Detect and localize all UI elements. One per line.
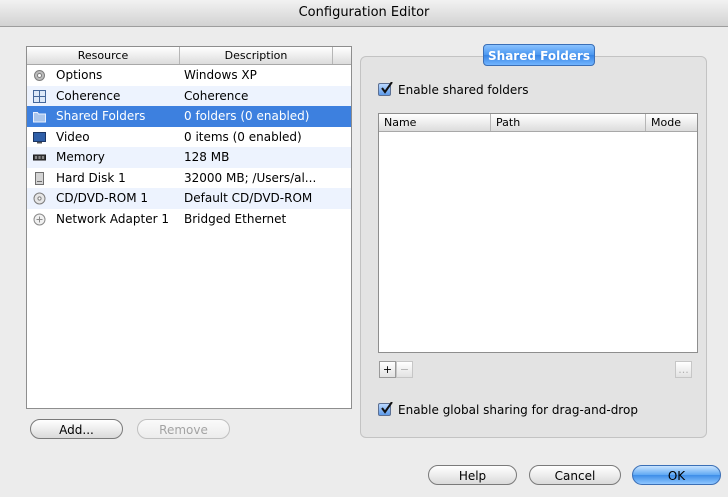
gear-icon	[33, 69, 46, 81]
resource-table[interactable]: Resource Description Options Windows XP …	[26, 46, 352, 409]
resource-description: Default CD/DVD-ROM	[184, 191, 313, 205]
resource-row-memory[interactable]: Memory 128 MB	[27, 147, 351, 168]
help-button[interactable]: Help	[428, 465, 517, 485]
hard-disk-icon	[33, 171, 46, 185]
resource-name: Coherence	[56, 88, 121, 103]
resource-description: 32000 MB; /Users/al...	[184, 170, 317, 185]
resource-row-coherence[interactable]: Coherence Coherence	[27, 85, 351, 106]
column-header-name[interactable]: Name	[379, 114, 491, 131]
shared-folders-table[interactable]: Name Path Mode	[378, 113, 698, 353]
resource-description: Coherence	[184, 88, 249, 103]
enable-drag-and-drop-label: Enable global sharing for drag-and-drop	[398, 403, 638, 417]
remove-resource-button[interactable]: Remove	[137, 419, 230, 439]
folder-options-button[interactable]: ...	[675, 361, 692, 378]
resource-row-shared-folders[interactable]: Shared Folders 0 folders (0 enabled)	[27, 106, 351, 127]
folder-icon	[33, 110, 46, 123]
ok-button[interactable]: OK	[632, 465, 721, 485]
shared-folders-table-header: Name Path Mode	[379, 114, 697, 132]
coherence-icon	[33, 89, 46, 103]
cd-icon	[33, 192, 46, 205]
checkbox-checked-icon	[378, 82, 393, 96]
window-title: Configuration Editor	[0, 0, 728, 27]
resource-description: 0 items (0 enabled)	[184, 129, 302, 144]
resource-table-header: Resource Description	[27, 47, 351, 65]
resource-name: CD/DVD-ROM 1	[56, 191, 149, 205]
resource-description: Bridged Ethernet	[184, 211, 287, 226]
resource-name: Shared Folders	[56, 109, 146, 123]
resource-row-options[interactable]: Options Windows XP	[27, 65, 351, 86]
column-header-mode[interactable]: Mode	[646, 114, 697, 131]
resource-row-network-adapter[interactable]: Network Adapter 1 Bridged Ethernet	[27, 209, 351, 230]
configuration-editor-window: Configuration Editor Resource Descriptio…	[0, 0, 728, 497]
resource-rows: Options Windows XP Coherence Coherence S…	[27, 65, 351, 229]
resource-row-video[interactable]: Video 0 items (0 enabled)	[27, 127, 351, 148]
tab-shared-folders[interactable]: Shared Folders	[483, 44, 595, 66]
add-folder-button[interactable]: +	[379, 361, 396, 378]
resource-name: Memory	[56, 150, 105, 164]
memory-icon	[33, 151, 46, 163]
column-header-path[interactable]: Path	[491, 114, 646, 131]
resource-name: Options	[56, 68, 103, 82]
network-icon	[33, 213, 46, 225]
monitor-icon	[33, 131, 46, 143]
checkbox-checked-icon	[378, 402, 393, 416]
resource-name: Network Adapter 1	[56, 211, 169, 226]
resource-description: Windows XP	[184, 68, 257, 82]
resource-row-cd-dvd[interactable]: CD/DVD-ROM 1 Default CD/DVD-ROM	[27, 188, 351, 209]
column-header-description[interactable]: Description	[180, 47, 333, 64]
resource-description: 128 MB	[184, 150, 230, 164]
remove-folder-button[interactable]: −	[396, 361, 413, 378]
add-resource-button[interactable]: Add...	[30, 419, 123, 439]
enable-shared-folders-label: Enable shared folders	[398, 83, 529, 97]
resource-row-hard-disk[interactable]: Hard Disk 1 32000 MB; /Users/al...	[27, 168, 351, 189]
resource-name: Hard Disk 1	[56, 170, 126, 185]
resource-description: 0 folders (0 enabled)	[184, 109, 310, 123]
column-header-resource[interactable]: Resource	[27, 47, 180, 64]
resource-name: Video	[56, 129, 90, 144]
cancel-button[interactable]: Cancel	[529, 465, 621, 485]
